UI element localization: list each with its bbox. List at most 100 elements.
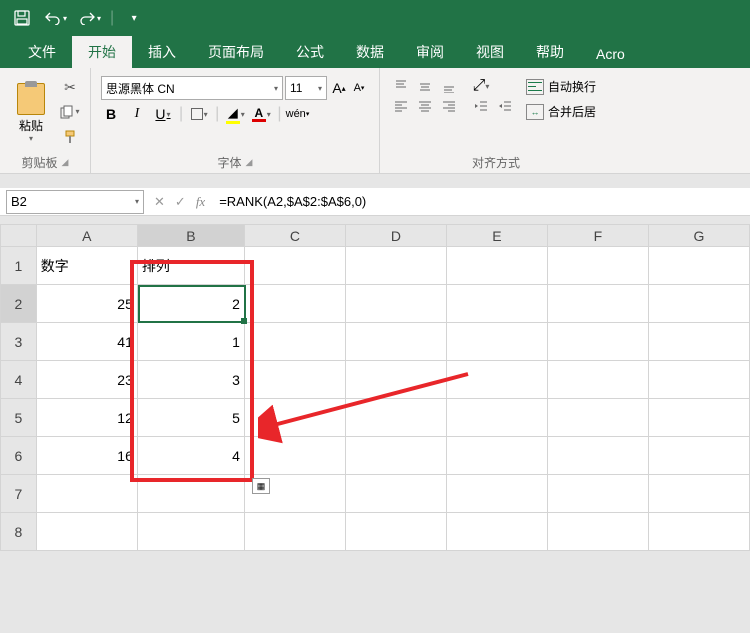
align-middle-button[interactable] [414, 76, 436, 96]
cut-button[interactable]: ✂ [58, 76, 82, 98]
formula-input[interactable] [215, 190, 750, 214]
font-launcher[interactable]: ◢ [246, 157, 253, 168]
cell-A3[interactable]: 41 [36, 323, 137, 361]
cell-B6[interactable]: 4 [137, 437, 244, 475]
cell-D7[interactable] [345, 475, 446, 513]
format-painter-button[interactable] [58, 126, 82, 148]
paste-button[interactable]: 粘贴 ▾ [8, 72, 54, 152]
cell-G6[interactable] [648, 437, 749, 475]
cell-E5[interactable] [446, 399, 547, 437]
align-bottom-button[interactable] [438, 76, 460, 96]
cell-D6[interactable] [345, 437, 446, 475]
cell-C8[interactable] [244, 513, 345, 551]
save-button[interactable] [8, 5, 36, 31]
cancel-formula-button[interactable]: ✕ [154, 194, 165, 210]
cell-G5[interactable] [648, 399, 749, 437]
row-header-2[interactable]: 2 [1, 285, 37, 323]
clipboard-launcher[interactable]: ◢ [62, 157, 69, 168]
cell-A2[interactable]: 25 [36, 285, 137, 323]
decrease-indent-button[interactable] [470, 96, 492, 116]
cell-D2[interactable] [345, 285, 446, 323]
cell-B3[interactable]: 1 [137, 323, 244, 361]
copy-button[interactable]: ▾ [58, 101, 82, 123]
row-header-5[interactable]: 5 [1, 399, 37, 437]
align-right-button[interactable] [438, 96, 460, 116]
row-header-3[interactable]: 3 [1, 323, 37, 361]
cell-A8[interactable] [36, 513, 137, 551]
col-header-F[interactable]: F [547, 225, 648, 247]
cell-E4[interactable] [446, 361, 547, 399]
tab-insert[interactable]: 插入 [132, 36, 192, 68]
align-left-button[interactable] [390, 96, 412, 116]
font-color-button[interactable]: A ▾ [251, 104, 271, 124]
select-all-corner[interactable] [1, 225, 37, 247]
col-header-C[interactable]: C [244, 225, 345, 247]
cell-E6[interactable] [446, 437, 547, 475]
cell-F7[interactable] [547, 475, 648, 513]
col-header-B[interactable]: B [137, 225, 244, 247]
cell-G2[interactable] [648, 285, 749, 323]
tab-view[interactable]: 视图 [460, 36, 520, 68]
border-button[interactable]: ▾ [189, 104, 209, 124]
tab-formulas[interactable]: 公式 [280, 36, 340, 68]
cell-C5[interactable] [244, 399, 345, 437]
tab-acrobat[interactable]: Acro [580, 40, 641, 68]
increase-font-button[interactable]: A▴ [329, 78, 349, 98]
cell-E2[interactable] [446, 285, 547, 323]
tab-file[interactable]: 文件 [12, 36, 72, 68]
cell-F4[interactable] [547, 361, 648, 399]
cell-G4[interactable] [648, 361, 749, 399]
cell-D5[interactable] [345, 399, 446, 437]
row-header-1[interactable]: 1 [1, 247, 37, 285]
cell-C4[interactable] [244, 361, 345, 399]
row-header-8[interactable]: 8 [1, 513, 37, 551]
cell-D4[interactable] [345, 361, 446, 399]
col-header-D[interactable]: D [345, 225, 446, 247]
cell-E8[interactable] [446, 513, 547, 551]
decrease-font-button[interactable]: A▾ [349, 78, 369, 98]
enter-formula-button[interactable]: ✓ [175, 194, 186, 210]
cell-A6[interactable]: 16 [36, 437, 137, 475]
cell-A1[interactable]: 数字 [36, 247, 137, 285]
bold-button[interactable]: B [101, 104, 121, 124]
row-header-7[interactable]: 7 [1, 475, 37, 513]
align-top-button[interactable] [390, 76, 412, 96]
cell-E3[interactable] [446, 323, 547, 361]
cell-C6[interactable] [244, 437, 345, 475]
col-header-A[interactable]: A [36, 225, 137, 247]
cell-F8[interactable] [547, 513, 648, 551]
redo-button[interactable]: ▾ [76, 5, 104, 31]
cell-C3[interactable] [244, 323, 345, 361]
wrap-text-button[interactable]: 自动换行 [524, 76, 598, 97]
tab-pagelayout[interactable]: 页面布局 [192, 36, 280, 68]
cell-G1[interactable] [648, 247, 749, 285]
tab-data[interactable]: 数据 [340, 36, 400, 68]
cell-F1[interactable] [547, 247, 648, 285]
cell-F3[interactable] [547, 323, 648, 361]
cell-A4[interactable]: 23 [36, 361, 137, 399]
insert-function-button[interactable]: fx [196, 194, 205, 210]
font-name-select[interactable]: 思源黑体 CN▾ [101, 76, 283, 100]
tab-home[interactable]: 开始 [72, 36, 132, 68]
font-size-select[interactable]: 11▾ [285, 76, 327, 100]
row-header-6[interactable]: 6 [1, 437, 37, 475]
undo-button[interactable]: ▾ [42, 5, 70, 31]
merge-center-button[interactable]: ↔ 合并后居 [524, 101, 598, 122]
cell-F2[interactable] [547, 285, 648, 323]
cell-C2[interactable] [244, 285, 345, 323]
name-box[interactable]: B2▾ [6, 190, 144, 214]
phonetic-button[interactable]: wén▾ [287, 104, 307, 124]
cell-E1[interactable] [446, 247, 547, 285]
cell-C1[interactable] [244, 247, 345, 285]
cell-D1[interactable] [345, 247, 446, 285]
tab-review[interactable]: 审阅 [400, 36, 460, 68]
cell-D3[interactable] [345, 323, 446, 361]
cell-B5[interactable]: 5 [137, 399, 244, 437]
cell-F5[interactable] [547, 399, 648, 437]
cell-B1[interactable]: 排列 [137, 247, 244, 285]
fill-color-button[interactable]: ◢ ▾ [225, 104, 245, 124]
underline-button[interactable]: U▾ [153, 104, 173, 124]
cell-G8[interactable] [648, 513, 749, 551]
cell-A7[interactable] [36, 475, 137, 513]
align-center-button[interactable] [414, 96, 436, 116]
